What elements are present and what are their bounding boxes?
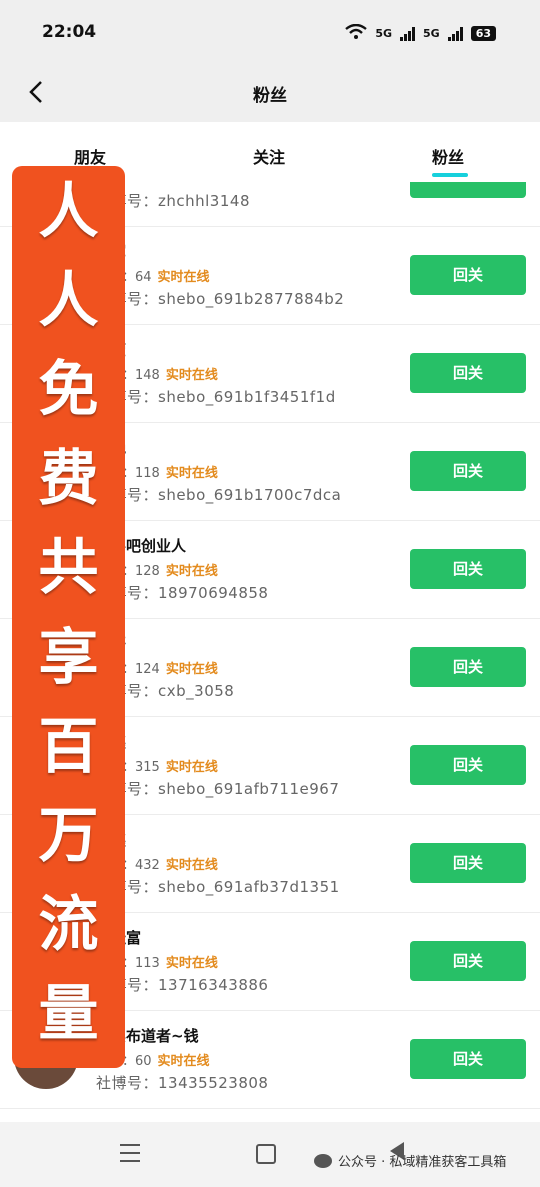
wechat-icon — [314, 1153, 332, 1168]
status-time: 22:04 — [42, 22, 97, 42]
follow-back-button[interactable]: 回关 — [410, 647, 526, 687]
banner-char: 人 — [38, 266, 99, 337]
banner-char: 百 — [38, 711, 99, 782]
follow-back-button[interactable]: 回关 — [410, 941, 526, 981]
user-id: 社博号：shebo_691afb37d1351 — [96, 878, 340, 896]
follow-back-button[interactable] — [410, 182, 526, 198]
page-title: 粉丝 — [253, 86, 287, 106]
tab-active-indicator — [432, 173, 468, 177]
banner-char: 量 — [38, 978, 99, 1049]
online-status: 实时在线 — [165, 760, 218, 775]
user-id: 社博号：13435523808 — [96, 1074, 269, 1092]
follow-back-button[interactable]: 回关 — [410, 451, 526, 491]
online-status: 实时在线 — [165, 858, 218, 873]
menu-icon[interactable] — [120, 1144, 140, 1162]
online-status: 实时在线 — [157, 1054, 210, 1069]
banner-char: 享 — [38, 622, 99, 693]
online-status: 实时在线 — [165, 956, 218, 971]
network-label-1: 5G — [375, 27, 392, 40]
signal-icon — [400, 26, 415, 41]
online-status: 实时在线 — [165, 466, 218, 481]
follow-back-button[interactable]: 回关 — [410, 255, 526, 295]
home-icon[interactable] — [256, 1144, 276, 1164]
online-status: 实时在线 — [165, 662, 218, 677]
banner-char: 免 — [38, 355, 99, 426]
banner-char: 流 — [38, 889, 99, 960]
banner-char: 万 — [38, 800, 99, 871]
wifi-icon — [345, 23, 368, 43]
banner-char: 共 — [38, 533, 99, 604]
watermark-text: 公众号 · 私域精准获客工具箱 — [338, 1155, 507, 1170]
follow-back-button[interactable]: 回关 — [410, 549, 526, 589]
tab-fans[interactable]: 粉丝 — [432, 144, 464, 168]
online-status: 实时在线 — [165, 368, 218, 383]
signal-icon — [447, 26, 463, 41]
battery-icon: 63 — [470, 26, 496, 41]
follow-back-button[interactable]: 回关 — [410, 843, 526, 883]
network-label-2: 5G — [423, 27, 440, 40]
follow-back-button[interactable]: 回关 — [410, 745, 526, 785]
tab-friends[interactable]: 朋友 — [74, 144, 106, 168]
banner-char: 费 — [38, 444, 99, 515]
status-icons: 5G 5G 63 — [345, 23, 496, 43]
banner-char: 人 — [38, 177, 99, 247]
watermark: 公众号 · 私域精准获客工具箱 — [314, 1151, 506, 1170]
promo-banner: 人 人 免 费 共 享 百 万 流 量 — [12, 166, 125, 1068]
user-id: 社博号：shebo_691b2877884b2 — [96, 290, 345, 308]
user-id: 社博号：shebo_691b1f3451f1d — [96, 388, 336, 406]
online-status: 实时在线 — [157, 270, 210, 285]
online-status: 实时在线 — [165, 564, 218, 579]
follow-back-button[interactable]: 回关 — [410, 353, 526, 393]
top-bar: 粉丝 — [0, 64, 540, 122]
user-id: 社博号：shebo_691afb711e967 — [96, 780, 340, 798]
user-id: 社博号：shebo_691b1700c7dca — [96, 486, 342, 504]
tab-following[interactable]: 关注 — [253, 144, 285, 168]
follow-back-button[interactable]: 回关 — [410, 1039, 526, 1079]
status-bar: 22:04 5G 5G 63 — [0, 0, 540, 64]
